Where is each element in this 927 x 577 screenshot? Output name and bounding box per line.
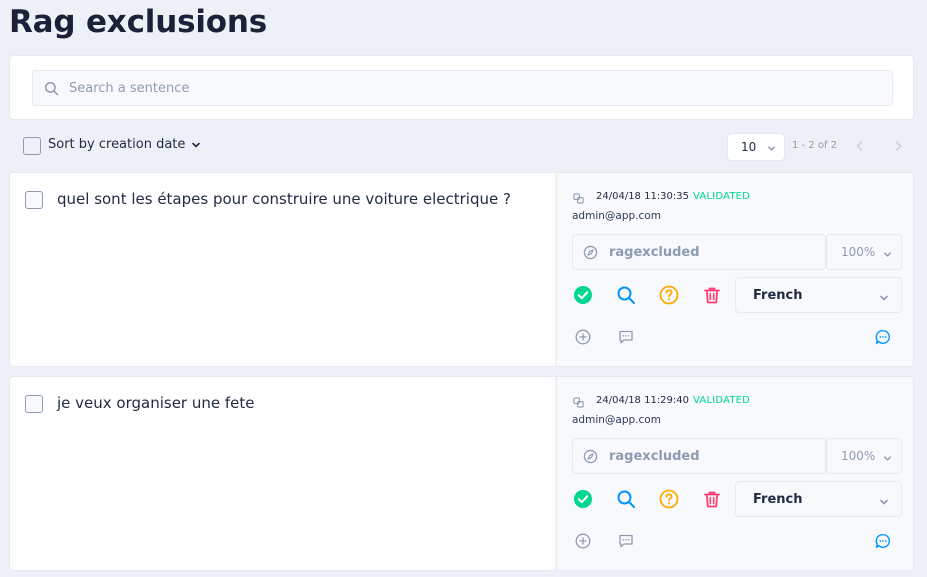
validate-button[interactable] [572,488,594,510]
select-all-checkbox[interactable] [23,137,41,155]
user-email: admin@app.com [572,414,661,426]
chevron-down-icon [880,499,888,505]
intent-select[interactable]: ragexcluded [572,234,826,270]
sentence-card: quel sont les étapes pour construire une… [9,172,914,367]
score-value: 100% [841,449,876,463]
unknown-button[interactable] [658,488,680,510]
plus-circle-icon [575,329,591,345]
user-email: admin@app.com [572,210,661,222]
language-select[interactable]: French [735,277,902,313]
search-input[interactable] [69,80,849,96]
sentence-checkbox[interactable] [25,191,43,209]
delete-button[interactable] [701,488,723,510]
language-value: French [753,287,803,303]
score-select[interactable]: 100% [826,234,902,270]
chevron-down-icon [884,456,891,461]
search-card [9,55,914,120]
sentence-text: je veux organiser une fete [57,394,255,412]
pagination-range: 1 - 2 of 2 [792,140,838,151]
trash-icon [704,491,720,508]
trash-icon [704,287,720,304]
add-button[interactable] [573,327,593,347]
sentence-checkbox[interactable] [25,395,43,413]
status-badge: VALIDATED [693,395,751,406]
comment-button[interactable] [616,531,636,551]
page-title: Rag exclusions [9,4,267,40]
score-select[interactable]: 100% [826,438,902,474]
chevron-down-icon [884,252,891,257]
score-value: 100% [841,245,876,259]
chevron-down-icon [192,142,201,147]
intent-select[interactable]: ragexcluded [572,438,826,474]
search-icon [617,286,635,304]
message-square-icon [619,330,633,344]
intent-value: ragexcluded [609,448,700,464]
sentence-card: je veux organiser une fete 24/04/18 11:2… [9,376,914,571]
next-page-icon[interactable] [892,140,904,152]
sort-dropdown[interactable]: Sort by creation date [48,137,201,152]
sort-label: Sort by creation date [48,137,186,152]
language-select[interactable]: French [735,481,902,517]
checkmark-circle-icon [574,490,592,508]
language-value: French [753,491,803,507]
page-size-select[interactable]: 10 [727,133,785,161]
search-box[interactable] [32,70,893,106]
plus-circle-icon [575,533,591,549]
dialog-button[interactable] [873,327,893,347]
sentence-text: quel sont les étapes pour construire une… [57,190,511,208]
creation-date: 24/04/18 11:30:35 [596,191,690,202]
search-icon [44,81,59,95]
chevron-down-icon [880,295,888,301]
validate-button[interactable] [572,284,594,306]
compass-icon [583,449,598,463]
search-sentence-button[interactable] [615,284,637,306]
add-button[interactable] [573,531,593,551]
search-icon [617,490,635,508]
dialog-button[interactable] [873,531,893,551]
question-mark-circle-icon [659,285,679,305]
delete-button[interactable] [701,284,723,306]
message-square-icon [619,534,633,548]
link-icon[interactable] [573,397,584,408]
link-icon[interactable] [573,193,584,204]
compass-icon [583,245,598,259]
message-circle-icon [875,330,890,345]
checkmark-circle-icon [574,286,592,304]
creation-date: 24/04/18 11:29:40 [596,395,690,406]
sentence-details: 24/04/18 11:30:35 VALIDATED admin@app.co… [556,173,913,366]
list-toolbar: Sort by creation date 10 1 - 2 of 2 [0,131,927,161]
status-badge: VALIDATED [693,191,751,202]
chevron-down-icon [768,146,775,151]
message-circle-icon [875,534,890,549]
page-size-value: 10 [741,140,757,154]
previous-page-icon[interactable] [854,140,866,152]
intent-value: ragexcluded [609,244,700,260]
unknown-button[interactable] [658,284,680,306]
question-mark-circle-icon [659,489,679,509]
comment-button[interactable] [616,327,636,347]
sentence-details: 24/04/18 11:29:40 VALIDATED admin@app.co… [556,377,913,570]
search-sentence-button[interactable] [615,488,637,510]
